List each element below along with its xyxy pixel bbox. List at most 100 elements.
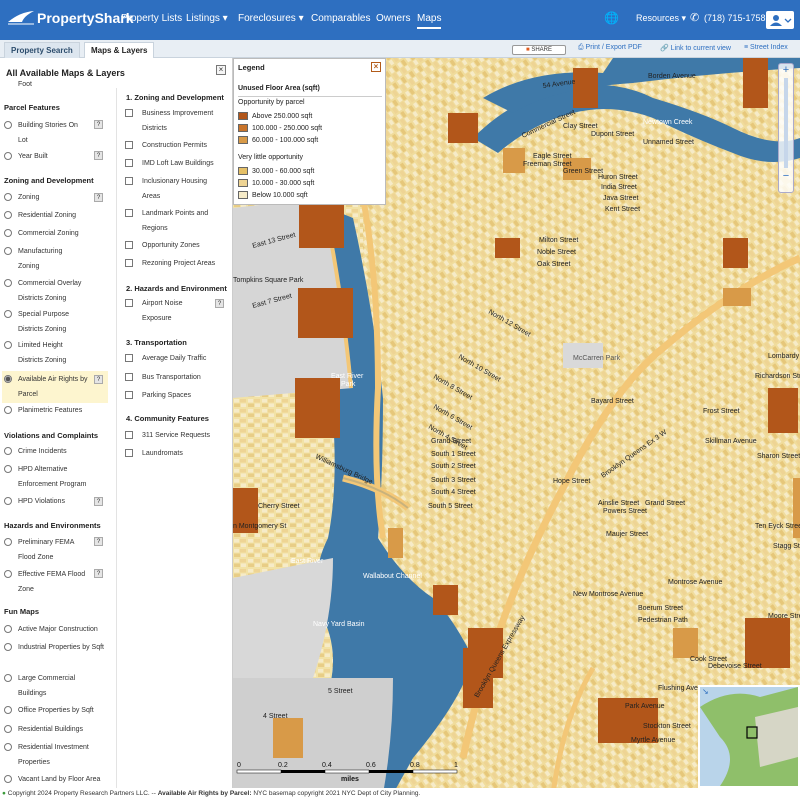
- legend-close-icon[interactable]: ×: [371, 62, 381, 72]
- checkbox-bus[interactable]: [125, 373, 133, 381]
- share-button[interactable]: ■ SHARE: [512, 45, 566, 55]
- nav-resources[interactable]: Resources ▾: [636, 13, 686, 24]
- nav-maps[interactable]: Maps: [417, 13, 442, 29]
- checkbox-laundromats[interactable]: [125, 449, 133, 457]
- radio-hpd-alternative[interactable]: [4, 465, 12, 473]
- checkbox-rezoning[interactable]: [125, 259, 133, 267]
- layer-residential-buildings[interactable]: Residential Buildings: [4, 722, 83, 737]
- zoom-in-icon[interactable]: +: [779, 64, 793, 76]
- help-icon[interactable]: ?: [94, 120, 103, 129]
- help-icon[interactable]: ?: [94, 569, 103, 578]
- layer-residential-zoning[interactable]: Residential Zoning: [4, 208, 76, 223]
- checkbox-airport-noise[interactable]: [125, 299, 133, 307]
- layer-special-purpose[interactable]: Special Purpose Districts Zoning: [4, 307, 89, 337]
- layer-large-commercial[interactable]: Large Commercial Buildings: [4, 671, 94, 701]
- layer-parking[interactable]: Parking Spaces: [125, 388, 191, 403]
- checkbox-parking[interactable]: [125, 391, 133, 399]
- checkbox-landmark[interactable]: [125, 209, 133, 217]
- radio-preliminary-fema[interactable]: [4, 538, 12, 546]
- minimap-collapse-icon[interactable]: ↘: [702, 687, 709, 696]
- radio-residential-zoning[interactable]: [4, 211, 12, 219]
- radio-building-stories[interactable]: [4, 121, 12, 129]
- layer-commercial-zoning[interactable]: Commercial Zoning: [4, 226, 79, 241]
- radio-crime[interactable]: [4, 447, 12, 455]
- layer-opportunity[interactable]: Opportunity Zones: [125, 238, 200, 253]
- layer-vacant-land[interactable]: Vacant Land by Floor Area: [4, 772, 112, 787]
- globe-icon[interactable]: 🌐: [604, 11, 619, 25]
- radio-commercial-zoning[interactable]: [4, 229, 12, 237]
- link-current-view-button[interactable]: 🔗 Link to current view: [660, 44, 731, 52]
- help-icon[interactable]: ?: [215, 299, 224, 308]
- radio-vacant-land[interactable]: [4, 775, 12, 783]
- layer-inclusionary[interactable]: Inclusionary Housing Areas: [125, 174, 220, 204]
- zoom-control[interactable]: + −: [778, 63, 794, 193]
- layer-crime[interactable]: Crime Incidents: [4, 444, 67, 459]
- radio-residential-investment[interactable]: [4, 743, 12, 751]
- nav-owners[interactable]: Owners: [376, 13, 410, 24]
- checkbox-traffic[interactable]: [125, 354, 133, 362]
- radio-limited-height[interactable]: [4, 341, 12, 349]
- propertyshark-logo[interactable]: PropertyShark: [8, 10, 133, 26]
- zoom-slider[interactable]: [784, 78, 788, 168]
- layer-air-rights[interactable]: Available Air Rights by Parcel: [2, 371, 108, 403]
- checkbox-bid[interactable]: [125, 109, 133, 117]
- layer-building-stories[interactable]: Building Stories On Lot: [4, 118, 89, 148]
- radio-commercial-overlay[interactable]: [4, 279, 12, 287]
- help-icon[interactable]: ?: [94, 497, 103, 506]
- nav-listings[interactable]: Listings ▾: [186, 13, 228, 24]
- radio-air-rights[interactable]: [4, 375, 12, 383]
- layer-rezoning[interactable]: Rezoning Project Areas: [125, 256, 215, 271]
- help-icon[interactable]: ?: [94, 375, 103, 384]
- checkbox-311[interactable]: [125, 431, 133, 439]
- layer-commercial-overlay[interactable]: Commercial Overlay Districts Zoning: [4, 276, 96, 306]
- user-menu-button[interactable]: [766, 11, 794, 29]
- layer-landmark[interactable]: Landmark Points and Regions: [125, 206, 220, 236]
- checkbox-opportunity[interactable]: [125, 241, 133, 249]
- layer-industrial[interactable]: Industrial Properties by Sqft: [4, 640, 104, 655]
- tab-maps-layers[interactable]: Maps & Layers: [84, 42, 155, 58]
- layer-planimetric[interactable]: Planimetric Features: [4, 403, 82, 418]
- layer-imd[interactable]: IMD Loft Law Buildings: [125, 156, 214, 171]
- radio-residential-buildings[interactable]: [4, 725, 12, 733]
- help-icon[interactable]: ?: [94, 151, 103, 160]
- layer-active-construction[interactable]: Active Major Construction: [4, 622, 98, 637]
- layer-manufacturing-zoning[interactable]: Manufacturing Zoning: [4, 244, 84, 274]
- print-export-button[interactable]: ⎙ Print / Export PDF: [578, 44, 642, 52]
- layer-airport-noise[interactable]: Airport Noise Exposure: [125, 296, 205, 326]
- layer-office[interactable]: Office Properties by Sqft: [4, 703, 94, 718]
- layer-limited-height[interactable]: Limited Height Districts Zoning: [4, 338, 89, 368]
- layer-residential-investment[interactable]: Residential Investment Properties: [4, 740, 96, 770]
- street-index-button[interactable]: ≡ Street Index: [744, 44, 788, 51]
- radio-hpd-violations[interactable]: [4, 497, 12, 505]
- radio-office[interactable]: [4, 706, 12, 714]
- radio-manufacturing-zoning[interactable]: [4, 247, 12, 255]
- radio-effective-fema[interactable]: [4, 570, 12, 578]
- layer-traffic[interactable]: Average Daily Traffic: [125, 351, 206, 366]
- checkbox-imd[interactable]: [125, 159, 133, 167]
- help-icon[interactable]: ?: [94, 537, 103, 546]
- nav-phone[interactable]: (718) 715-1758: [704, 13, 766, 23]
- layer-laundromats[interactable]: Laundromats: [125, 446, 183, 461]
- radio-zoning[interactable]: [4, 193, 12, 201]
- layer-zoning[interactable]: Zoning: [4, 190, 39, 205]
- nav-property-lists[interactable]: Property Lists: [121, 13, 182, 24]
- radio-special-purpose[interactable]: [4, 310, 12, 318]
- help-icon[interactable]: ?: [94, 193, 103, 202]
- layer-hpd-alternative[interactable]: HPD Alternative Enforcement Program: [4, 462, 102, 492]
- tab-property-search[interactable]: Property Search: [4, 42, 80, 58]
- layer-311[interactable]: 311 Service Requests: [125, 428, 210, 443]
- radio-active-construction[interactable]: [4, 625, 12, 633]
- zoom-out-icon[interactable]: −: [779, 170, 793, 182]
- layer-effective-fema[interactable]: Effective FEMA Flood Zone: [4, 567, 94, 597]
- radio-large-commercial[interactable]: [4, 674, 12, 682]
- nav-comparables[interactable]: Comparables: [311, 13, 370, 24]
- checkbox-inclusionary[interactable]: [125, 177, 133, 185]
- nav-foreclosures[interactable]: Foreclosures ▾: [238, 13, 304, 24]
- layer-preliminary-fema[interactable]: Preliminary FEMA Flood Zone: [4, 535, 89, 565]
- overview-minimap[interactable]: ↘: [698, 685, 800, 788]
- layer-year-built[interactable]: Year Built: [4, 149, 48, 164]
- layer-bid[interactable]: Business Improvement Districts: [125, 106, 225, 136]
- checkbox-construction-permits[interactable]: [125, 141, 133, 149]
- layer-bus[interactable]: Bus Transportation: [125, 370, 201, 385]
- radio-year-built[interactable]: [4, 152, 12, 160]
